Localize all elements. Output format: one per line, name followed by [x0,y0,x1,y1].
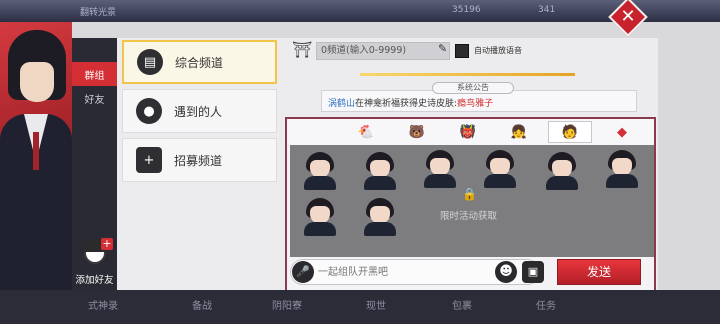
nav-prepare[interactable]: 备战 [192,297,212,312]
auto-voice-checkbox[interactable] [455,44,469,58]
announcement-text: 涡鹤山在神龛祈福获得史诗皮肤:瘾鸟雅子 [328,96,493,109]
character-portrait [0,22,72,290]
lock-icon: 🔒 [462,187,477,201]
nav-guild[interactable]: 阴阳寮 [272,297,302,312]
plus-box-icon: + [136,147,162,173]
sticker-grid [290,145,654,257]
person-icon: ● [136,98,162,124]
microphone-icon[interactable]: 🎤 [292,261,314,283]
diamond-icon[interactable]: ◆ [600,121,644,143]
tab-friends[interactable]: 好友 [72,86,117,110]
nav-tasks[interactable]: 任务 [536,297,556,312]
sticker-8[interactable] [360,196,400,236]
announcement-title: 系统公告 [432,82,514,94]
announcement-player[interactable]: 涡鹤山 [328,99,355,109]
channel-recruit-label: 招募频道 [174,153,223,168]
chicken-icon[interactable]: 🐔 [344,121,388,143]
gold-divider [360,73,575,76]
channel-number-field[interactable]: 0频道(输入0-9999) [316,42,450,60]
sticker-1[interactable] [300,150,340,190]
send-button[interactable]: 发送 [557,259,641,285]
character-tie [33,132,39,170]
shikigami-icon[interactable]: 🧑 [548,121,592,143]
announcement-reward: 瘾鸟雅子 [457,99,494,109]
sticker-4[interactable] [480,148,520,188]
currency-a: 35196 [452,5,481,15]
currency-b: 341 [538,5,556,15]
smiley-icon[interactable]: ☻ [495,261,517,283]
tab-group[interactable]: 群组 [72,62,117,86]
close-icon: ✕ [620,6,636,28]
add-friend-label: 添加好友 [75,275,114,286]
plus-icon: + [101,237,113,250]
sticker-2[interactable] [360,150,400,190]
side-tab-column: 群组 好友 + 添加好友 [72,38,117,290]
locked-sticker-text: 限时活动获取 [440,211,498,222]
nav-shikigami-list[interactable]: 式神录 [88,297,118,312]
sticker-3[interactable] [420,148,460,188]
channel-general-label: 综合频道 [175,55,224,70]
chat-input[interactable] [318,263,488,281]
gift-icon[interactable]: ▣ [522,261,544,283]
bear-icon[interactable]: 🐻 [395,121,439,143]
torii-icon: ⛩ [292,40,313,59]
nav-bag[interactable]: 包裹 [452,297,472,312]
channel-met-people[interactable]: ● 遇到的人 [122,89,277,133]
add-friend-button[interactable]: + 添加好友 [72,238,117,290]
channel-met-people-label: 遇到的人 [174,104,223,119]
sticker-6[interactable] [602,148,642,188]
auto-voice-label: 自动播放语音 [474,46,522,55]
character-face [20,62,54,102]
nav-world[interactable]: 现世 [366,297,386,312]
sticker-5[interactable] [542,150,582,190]
sticker-7[interactable] [300,196,340,236]
megaphone-icon: ▤ [137,49,163,75]
channel-recruit[interactable]: + 招募频道 [122,138,277,182]
girl-icon[interactable]: 👧 [497,121,541,143]
pencil-icon[interactable]: ✎ [438,42,447,55]
top-title: 翻转光景 [80,8,117,18]
channel-general[interactable]: ▤ 综合频道 [122,40,277,84]
announcement-middle: 在神龛祈福获得史诗皮肤: [355,99,458,109]
warrior-icon[interactable]: 👹 [446,121,490,143]
